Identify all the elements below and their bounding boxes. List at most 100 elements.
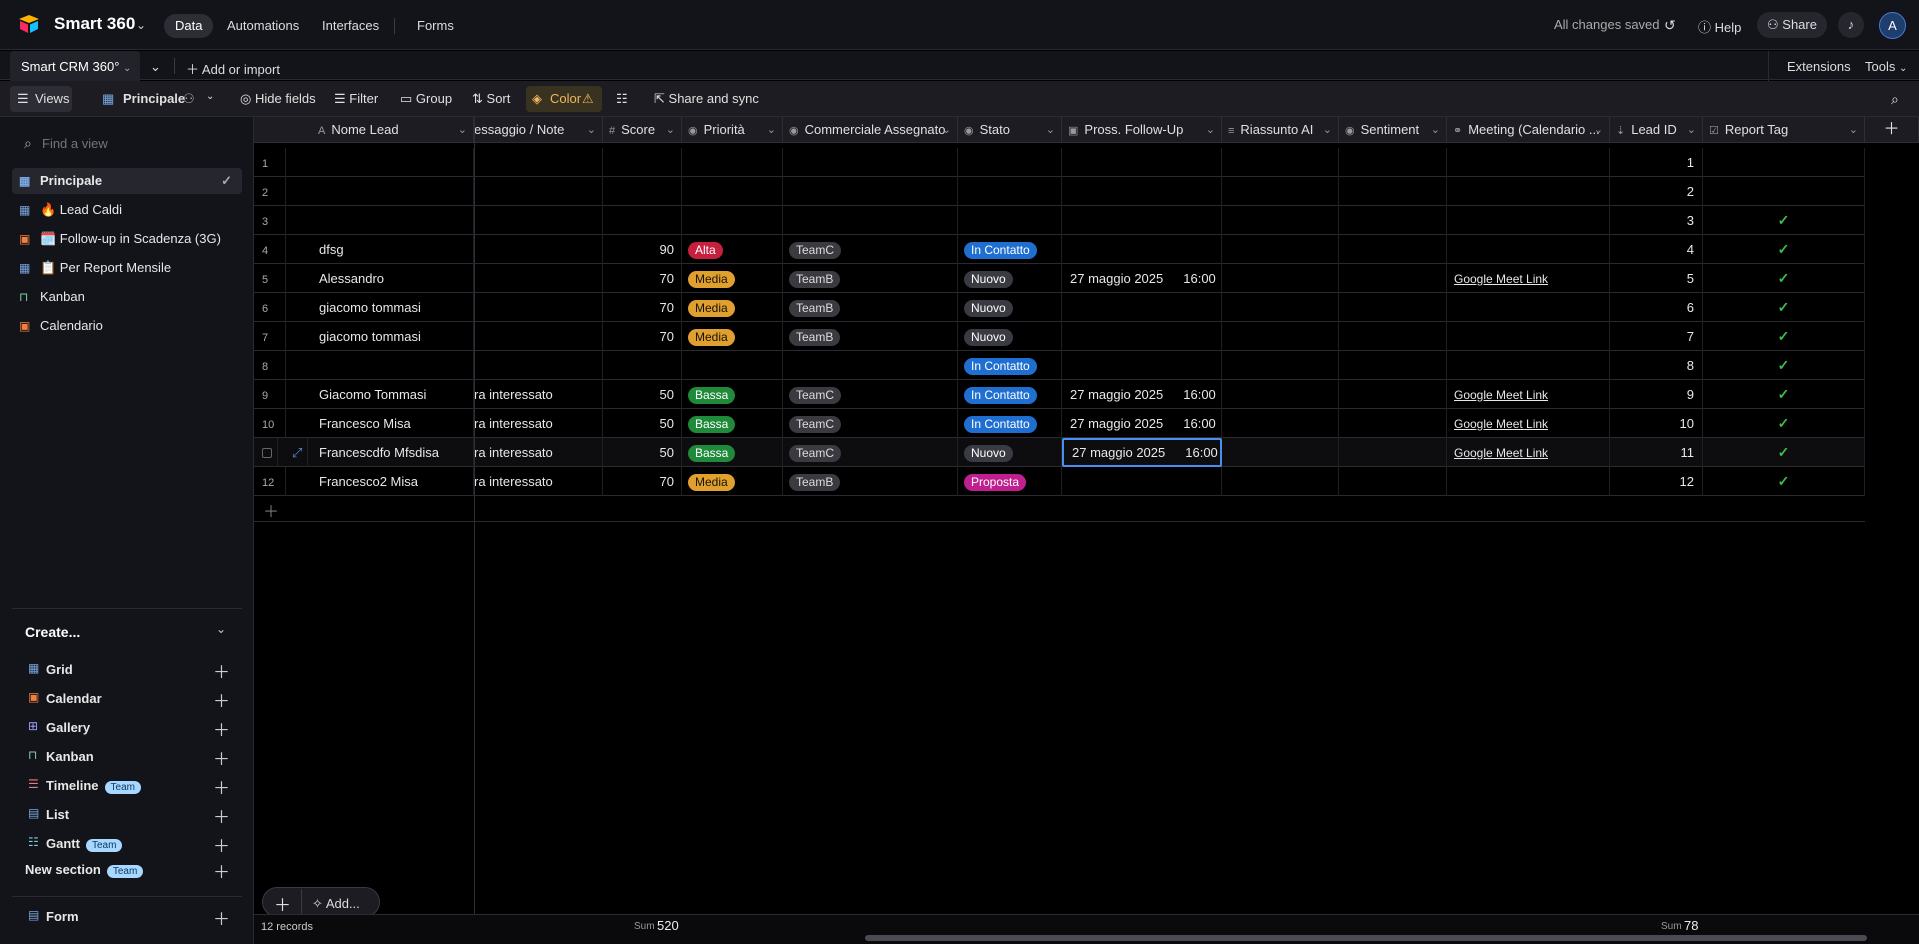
follow-up-cell[interactable] — [1062, 177, 1222, 206]
score-cell[interactable]: 50 — [603, 438, 682, 467]
nav-automations[interactable]: Automations — [216, 14, 310, 38]
report-tag-cell[interactable]: ✓ — [1703, 380, 1865, 409]
note-cell[interactable] — [474, 351, 603, 380]
follow-up-cell[interactable] — [1062, 351, 1222, 380]
note-cell[interactable] — [474, 322, 603, 351]
riassunto-ai-cell[interactable] — [1222, 148, 1339, 177]
plus-icon[interactable]: ＋ — [213, 687, 230, 712]
commerciale-cell[interactable] — [783, 206, 958, 235]
add-row[interactable]: ＋ — [254, 494, 1865, 522]
plus-icon[interactable]: ＋ — [213, 716, 230, 741]
riassunto-ai-cell[interactable] — [1222, 351, 1339, 380]
plus-icon[interactable]: ＋ — [213, 858, 230, 883]
score-cell[interactable]: 70 — [603, 322, 682, 351]
follow-up-cell[interactable] — [1062, 235, 1222, 264]
sentiment-cell[interactable] — [1339, 467, 1447, 496]
score-cell[interactable] — [603, 206, 682, 235]
create-view-button[interactable]: Gallery — [46, 720, 90, 735]
nav-interfaces[interactable]: Interfaces — [311, 14, 390, 38]
meeting-cell[interactable]: Google Meet Link — [1447, 409, 1610, 438]
score-cell[interactable]: 50 — [603, 409, 682, 438]
sidebar-view-item[interactable]: ▣ 🗓️ Follow-up in Scadenza (3G) — [12, 226, 242, 252]
col-nome-lead-header[interactable]: A Nome Lead ⌄ — [254, 117, 474, 143]
plus-icon[interactable]: ＋ — [213, 905, 230, 930]
add-field-button[interactable]: ＋ — [1865, 117, 1919, 143]
sentiment-cell[interactable] — [1339, 380, 1447, 409]
sentiment-cell[interactable] — [1339, 351, 1447, 380]
riassunto-ai-cell[interactable] — [1222, 206, 1339, 235]
stato-cell[interactable]: Nuovo — [958, 322, 1062, 351]
priorita-cell[interactable] — [682, 206, 783, 235]
priorita-cell[interactable] — [682, 148, 783, 177]
stato-cell[interactable] — [958, 206, 1062, 235]
meeting-cell[interactable] — [1447, 235, 1610, 264]
row-checkbox[interactable] — [262, 438, 278, 467]
commerciale-cell[interactable] — [783, 177, 958, 206]
share-and-sync-button[interactable]: ⇱ Share and sync — [654, 91, 759, 107]
create-view-button[interactable]: List — [46, 807, 69, 822]
find-view-input[interactable] — [42, 134, 232, 152]
chevron-down-icon[interactable]: ⌄ — [206, 91, 214, 102]
horizontal-scrollbar[interactable] — [865, 935, 1867, 941]
sidebar-view-item[interactable]: ▣ Calendario — [12, 313, 242, 339]
commerciale-cell[interactable]: TeamC — [783, 235, 958, 264]
chevron-down-icon[interactable]: ⌄ — [150, 59, 161, 75]
chevron-down-icon[interactable]: ⌄ — [216, 622, 226, 636]
history-icon[interactable]: ↺ — [1664, 17, 1676, 34]
follow-up-cell[interactable] — [1062, 148, 1222, 177]
nome-lead-cell[interactable] — [319, 148, 474, 177]
meeting-cell[interactable]: Google Meet Link — [1447, 380, 1610, 409]
create-view-button[interactable]: Gantt Team — [46, 836, 123, 852]
meeting-cell[interactable] — [1447, 206, 1610, 235]
sort-button[interactable]: ⇅ Sort — [472, 91, 510, 107]
note-cell[interactable] — [474, 177, 603, 206]
priorita-cell[interactable]: Bassa — [682, 380, 783, 409]
commerciale-cell[interactable]: TeamB — [783, 322, 958, 351]
riassunto-ai-cell[interactable] — [1222, 380, 1339, 409]
nome-lead-cell[interactable]: Giacomo Tommasi — [319, 380, 474, 409]
score-cell[interactable] — [603, 148, 682, 177]
expand-record-icon[interactable]: ⤢ — [292, 438, 308, 467]
sentiment-cell[interactable] — [1339, 264, 1447, 293]
sidebar-view-item[interactable]: ⊓ Kanban — [12, 284, 242, 310]
nome-lead-cell[interactable] — [319, 177, 474, 206]
meeting-cell[interactable] — [1447, 177, 1610, 206]
plus-icon[interactable]: ＋ — [213, 832, 230, 857]
stato-cell[interactable]: In Contatto — [958, 380, 1062, 409]
sentiment-cell[interactable] — [1339, 293, 1447, 322]
create-view-button[interactable]: Timeline Team — [46, 778, 141, 794]
filter-button[interactable]: ☰ Filter — [334, 91, 378, 107]
report-tag-cell[interactable]: ✓ — [1703, 438, 1865, 467]
riassunto-ai-cell[interactable] — [1222, 467, 1339, 496]
note-cell[interactable] — [474, 148, 603, 177]
meeting-link[interactable]: Google Meet Link — [1454, 446, 1548, 460]
nav-data[interactable]: Data — [164, 14, 214, 38]
plus-icon[interactable]: ＋ — [213, 774, 230, 799]
report-tag-cell[interactable]: ✓ — [1703, 467, 1865, 496]
riassunto-ai-cell[interactable] — [1222, 235, 1339, 264]
col-score-header[interactable]: # Score ⌄ — [603, 117, 682, 143]
priorita-cell[interactable]: Bassa — [682, 438, 783, 467]
note-cell[interactable] — [474, 293, 603, 322]
nome-lead-cell[interactable]: Francesco Misa — [319, 409, 474, 438]
follow-up-cell[interactable]: 27 maggio 2025 16:00 — [1062, 438, 1222, 467]
riassunto-ai-cell[interactable] — [1222, 177, 1339, 206]
report-tag-cell[interactable]: ✓ — [1703, 293, 1865, 322]
follow-up-cell[interactable] — [1062, 293, 1222, 322]
stato-cell[interactable]: Nuovo — [958, 264, 1062, 293]
plus-icon[interactable]: ＋ — [213, 658, 230, 683]
create-form-button[interactable]: Form — [46, 909, 79, 924]
score-cell[interactable]: 70 — [603, 264, 682, 293]
commerciale-cell[interactable]: TeamC — [783, 409, 958, 438]
new-section-button[interactable]: New section Team — [25, 862, 144, 878]
score-cell[interactable] — [603, 177, 682, 206]
sentiment-cell[interactable] — [1339, 438, 1447, 467]
meeting-cell[interactable] — [1447, 351, 1610, 380]
commerciale-cell[interactable] — [783, 148, 958, 177]
hide-fields-button[interactable]: ◎ Hide fields — [240, 91, 316, 107]
plus-icon[interactable]: ＋ — [213, 803, 230, 828]
current-view-name[interactable]: Principale — [123, 91, 185, 106]
nome-lead-cell[interactable]: Francescdfo Mfsdisa — [319, 438, 474, 467]
score-cell[interactable] — [603, 351, 682, 380]
commerciale-cell[interactable] — [783, 351, 958, 380]
